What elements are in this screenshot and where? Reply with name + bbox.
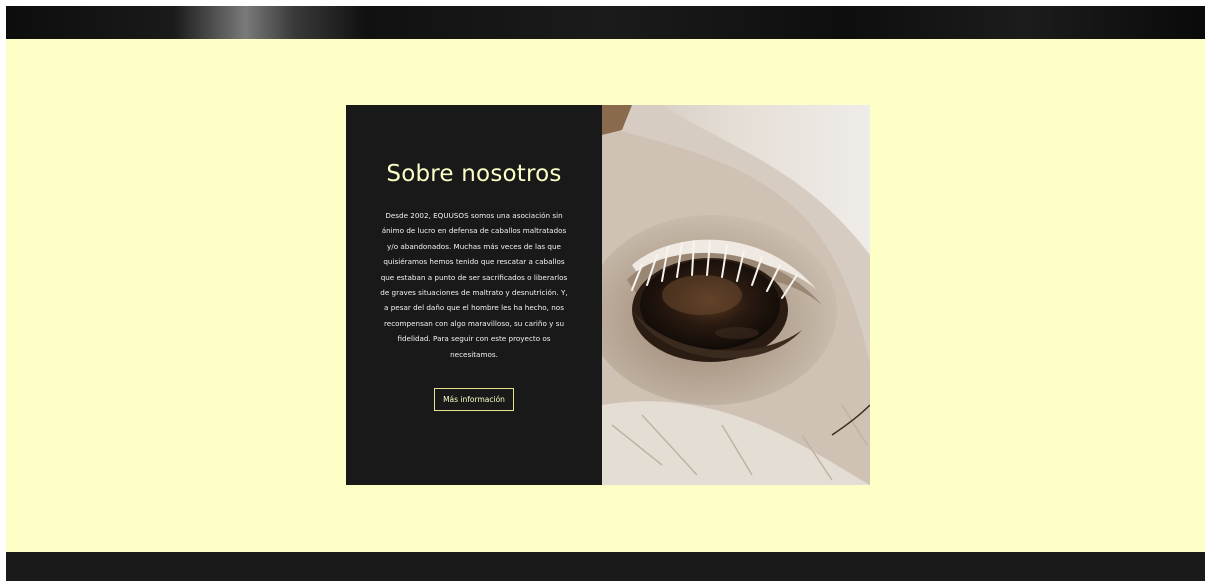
footer-strip — [6, 552, 1205, 581]
header-image-strip — [6, 6, 1205, 39]
horse-eye-icon — [602, 105, 870, 485]
about-title: Sobre nosotros — [386, 161, 562, 187]
horse-eye-photo — [602, 105, 870, 485]
more-info-button[interactable]: Más información — [434, 388, 514, 411]
about-section: Sobre nosotros Desde 2002, EQUUSOS somos… — [6, 39, 1205, 552]
about-description: Desde 2002, EQUUSOS somos una asociación… — [380, 211, 568, 359]
about-text-panel: Sobre nosotros Desde 2002, EQUUSOS somos… — [346, 105, 602, 485]
page-frame: Sobre nosotros Desde 2002, EQUUSOS somos… — [6, 6, 1205, 581]
about-card: Sobre nosotros Desde 2002, EQUUSOS somos… — [346, 105, 870, 485]
